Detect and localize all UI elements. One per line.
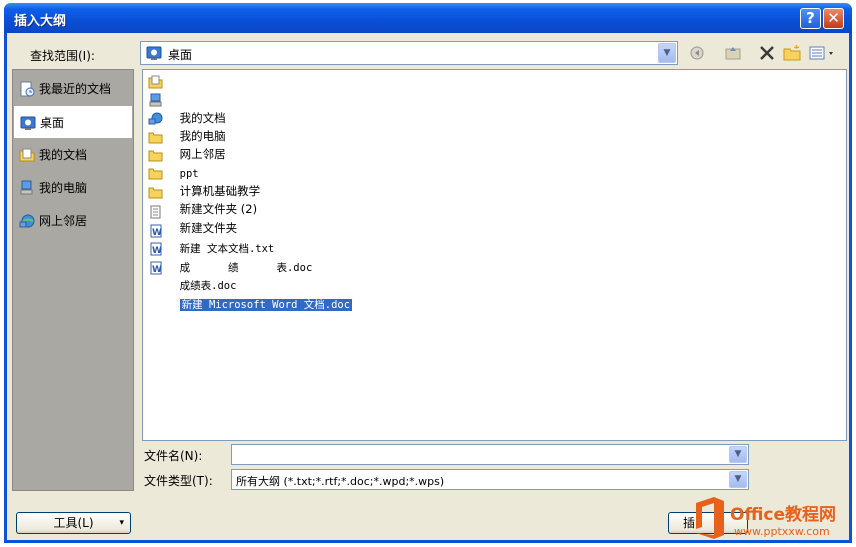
place-my-documents[interactable]: 我的文档 [14, 139, 132, 171]
svg-text:W: W [152, 265, 162, 275]
look-in-combo[interactable]: 桌面 ▼ [140, 41, 678, 65]
file-type-label: 文件类型(T): [144, 474, 213, 488]
list-item[interactable]: ppt [146, 128, 199, 180]
look-in-value: 桌面 [168, 48, 193, 62]
up-folder-icon[interactable] [724, 42, 742, 64]
place-desktop[interactable]: 桌面 [14, 106, 132, 138]
svg-text:W: W [152, 246, 162, 256]
place-label: 我最近的文档 [39, 82, 112, 96]
list-item[interactable]: 我的电脑 [146, 91, 226, 143]
office-logo-icon [696, 497, 724, 539]
watermark-brand: Office教程网 [730, 505, 837, 525]
look-in-label: 查找范围(I): [30, 49, 95, 63]
desktop-icon [20, 116, 36, 130]
window-title: 插入大纲 [14, 14, 67, 29]
my-computer-icon [20, 180, 33, 195]
place-label: 网上邻居 [39, 214, 88, 228]
list-item[interactable]: 新建 文本文档.txt [146, 203, 274, 255]
place-label: 桌面 [40, 116, 65, 130]
views-icon[interactable] [808, 42, 838, 64]
watermark: Office教程网 www.pptxxw.com [690, 495, 852, 543]
recent-documents-icon [20, 81, 35, 97]
desktop-icon [146, 46, 162, 60]
svg-text:W: W [152, 228, 162, 238]
my-computer-icon [149, 93, 162, 107]
place-network[interactable]: 网上邻居 [14, 205, 132, 237]
file-type-value: 所有大纲 (*.txt;*.rtf;*.doc;*.wpd;*.wps) [236, 475, 445, 488]
list-item[interactable]: 新建文件夹 [146, 183, 237, 235]
file-name: 成绩表.doc [179, 280, 237, 292]
list-item[interactable]: 网上邻居 [146, 109, 226, 161]
place-my-computer[interactable]: 我的电脑 [14, 172, 132, 204]
delete-icon[interactable] [758, 42, 776, 64]
places-bar: 我最近的文档 桌面 我的文档 我的电脑 网上邻居 [12, 69, 134, 491]
my-documents-icon [148, 75, 163, 89]
list-item-selected[interactable]: W 新建 Microsoft Word 文档.doc [146, 259, 353, 311]
my-documents-icon [19, 148, 35, 162]
network-places-icon [19, 214, 35, 228]
list-item[interactable]: 计算机基础教学 [146, 146, 260, 198]
network-places-icon [148, 112, 163, 125]
close-button[interactable]: ✕ [823, 8, 844, 29]
help-button[interactable]: ? [800, 8, 821, 29]
word-doc-icon: W [150, 224, 162, 238]
list-item[interactable]: 我的文档 [146, 73, 226, 125]
list-item[interactable]: 新建文件夹 (2) [146, 164, 257, 216]
new-folder-icon[interactable] [782, 42, 802, 64]
place-label: 我的文档 [39, 148, 88, 162]
word-doc-icon: W [150, 242, 162, 256]
list-item[interactable]: W 成绩表.doc [146, 240, 236, 292]
place-label: 我的电脑 [39, 181, 88, 195]
chevron-down-icon[interactable]: ▼ [729, 446, 747, 463]
folder-icon [148, 132, 163, 144]
file-name-field[interactable]: ▼ [231, 444, 749, 465]
place-recent-documents[interactable]: 我最近的文档 [14, 73, 132, 105]
tools-button-label: 工具(L) [53, 516, 94, 530]
title-bar[interactable]: 插入大纲 ? ✕ [4, 3, 852, 33]
file-list[interactable]: 我的文档 我的电脑 网上邻居 ppt 计算机基础教学 新建文件夹 (2) 新建文… [142, 69, 847, 441]
watermark-url: www.pptxxw.com [734, 525, 830, 538]
folder-icon [148, 187, 163, 199]
caret-icon: ▾ [119, 518, 124, 528]
list-item[interactable]: W 成 绩 表.doc [146, 222, 312, 274]
file-type-combo[interactable]: 所有大纲 (*.txt;*.rtf;*.doc;*.wpd;*.wps) ▼ [231, 469, 749, 490]
tools-button[interactable]: 工具(L) ▾ [16, 512, 131, 534]
folder-icon [148, 168, 163, 180]
chevron-down-icon[interactable]: ▼ [729, 471, 747, 488]
back-icon[interactable] [688, 42, 706, 64]
file-name-label: 文件名(N): [144, 449, 203, 463]
word-doc-icon: W [150, 261, 162, 275]
chevron-down-icon[interactable]: ▼ [658, 43, 676, 63]
text-file-icon [150, 205, 161, 219]
folder-icon [148, 150, 163, 162]
file-name: 新建 Microsoft Word 文档.doc [179, 299, 353, 311]
